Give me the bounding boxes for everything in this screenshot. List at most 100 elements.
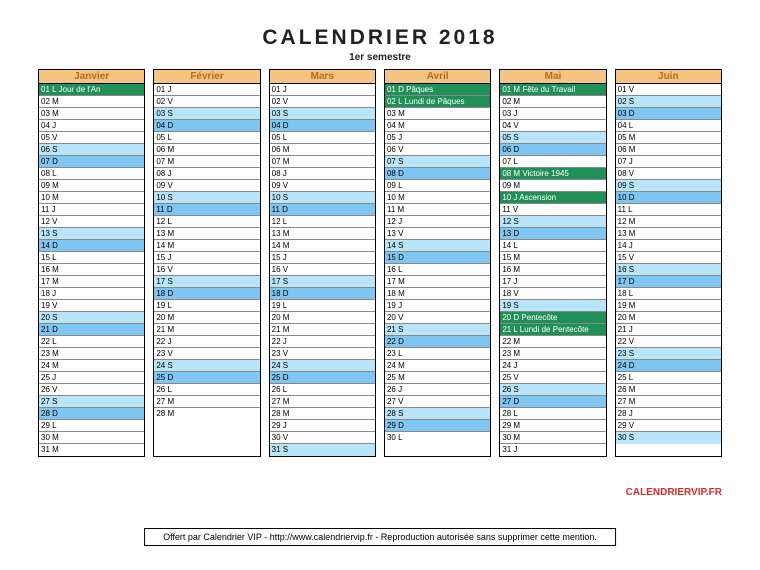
day-cell: 07 S (385, 156, 490, 168)
day-cell: 10 M (39, 192, 144, 204)
month-header: Juin (616, 70, 721, 84)
month-column: Avril01 D Pâques02 L Lundi de Pâques03 M… (384, 69, 491, 457)
day-cell: 25 D (270, 372, 375, 384)
day-cell: 25 J (39, 372, 144, 384)
day-cell: 30 L (385, 432, 490, 444)
month-header: Février (154, 70, 259, 84)
day-cell: 12 V (39, 216, 144, 228)
day-cell: 21 M (270, 324, 375, 336)
day-cell: 03 S (270, 108, 375, 120)
day-cell: 01 D Pâques (385, 84, 490, 96)
day-cell: 13 M (154, 228, 259, 240)
day-cell: 27 M (270, 396, 375, 408)
day-cell: 22 D (385, 336, 490, 348)
day-cell: 23 V (154, 348, 259, 360)
day-cell: 02 M (500, 96, 605, 108)
day-cell: 30 V (270, 432, 375, 444)
day-cell: 26 V (39, 384, 144, 396)
day-cell: 04 D (270, 120, 375, 132)
day-cell: 09 S (616, 180, 721, 192)
day-cell: 10 S (154, 192, 259, 204)
day-cell: 15 J (270, 252, 375, 264)
day-cell: 10 D (616, 192, 721, 204)
day-cell: 24 S (270, 360, 375, 372)
day-cell: 11 J (39, 204, 144, 216)
day-cell: 16 L (385, 264, 490, 276)
day-cell: 29 D (385, 420, 490, 432)
month-column: Janvier01 L Jour de l'An02 M03 M04 J05 V… (38, 69, 145, 457)
day-cell: 29 V (616, 420, 721, 432)
day-cell: 04 J (39, 120, 144, 132)
day-cell: 04 M (385, 120, 490, 132)
day-cell: 10 J Ascension (500, 192, 605, 204)
months-grid: Janvier01 L Jour de l'An02 M03 M04 J05 V… (0, 69, 760, 457)
day-cell: 28 D (39, 408, 144, 420)
day-cell: 17 S (270, 276, 375, 288)
day-cell: 24 S (154, 360, 259, 372)
day-cell: 24 M (385, 360, 490, 372)
day-cell: 24 D (616, 360, 721, 372)
day-cell: 19 V (39, 300, 144, 312)
day-cell: 09 L (385, 180, 490, 192)
day-cell: 04 D (154, 120, 259, 132)
day-cell: 21 J (616, 324, 721, 336)
day-cell: 08 M Victoire 1945 (500, 168, 605, 180)
day-cell: 19 L (270, 300, 375, 312)
day-cell: 20 M (154, 312, 259, 324)
day-cell: 17 S (154, 276, 259, 288)
day-cell: 11 D (270, 204, 375, 216)
day-cell: 24 J (500, 360, 605, 372)
day-cell: 05 J (385, 132, 490, 144)
day-cell: 26 J (385, 384, 490, 396)
day-cell: 16 V (270, 264, 375, 276)
day-cell: 27 D (500, 396, 605, 408)
day-cell: 17 D (616, 276, 721, 288)
day-cell: 28 J (616, 408, 721, 420)
day-cell: 21 L Lundi de Pentecôte (500, 324, 605, 336)
day-cell: 20 D Pentecôte (500, 312, 605, 324)
day-cell: 13 V (385, 228, 490, 240)
month-column: Juin01 V02 S03 D04 L05 M06 M07 J08 V09 S… (615, 69, 722, 457)
day-cell: 29 J (270, 420, 375, 432)
day-cell: 10 S (270, 192, 375, 204)
day-cell: 09 V (270, 180, 375, 192)
day-cell: 07 M (154, 156, 259, 168)
day-cell: 09 M (39, 180, 144, 192)
day-cell: 23 L (385, 348, 490, 360)
day-cell: 03 D (616, 108, 721, 120)
day-cell: 25 V (500, 372, 605, 384)
day-cell: 20 S (39, 312, 144, 324)
month-header: Mars (270, 70, 375, 84)
day-cell: 08 V (616, 168, 721, 180)
day-cell: 21 S (385, 324, 490, 336)
month-column: Mars01 J02 V03 S04 D05 L06 M07 M08 J09 V… (269, 69, 376, 457)
day-cell: 24 M (39, 360, 144, 372)
day-cell: 14 S (385, 240, 490, 252)
day-cell: 23 M (500, 348, 605, 360)
month-header: Janvier (39, 70, 144, 84)
day-cell: 19 J (385, 300, 490, 312)
day-cell: 27 V (385, 396, 490, 408)
day-cell: 31 J (500, 444, 605, 456)
day-cell: 22 V (616, 336, 721, 348)
day-cell: 12 M (616, 216, 721, 228)
day-cell: 21 M (154, 324, 259, 336)
day-cell: 20 M (616, 312, 721, 324)
day-cell: 14 D (39, 240, 144, 252)
day-cell: 14 M (154, 240, 259, 252)
day-cell: 04 L (616, 120, 721, 132)
day-cell: 28 S (385, 408, 490, 420)
brand-link: CALENDRIERVIP.FR (626, 487, 722, 498)
day-cell: 22 M (500, 336, 605, 348)
day-cell: 27 M (616, 396, 721, 408)
day-cell: 15 J (154, 252, 259, 264)
day-cell: 09 M (500, 180, 605, 192)
day-cell: 26 S (500, 384, 605, 396)
day-cell: 06 M (616, 144, 721, 156)
page-subtitle: 1er semestre (0, 50, 760, 69)
day-cell: 14 M (270, 240, 375, 252)
day-cell: 14 L (500, 240, 605, 252)
day-cell: 09 V (154, 180, 259, 192)
day-cell: 05 L (270, 132, 375, 144)
day-cell: 26 M (616, 384, 721, 396)
